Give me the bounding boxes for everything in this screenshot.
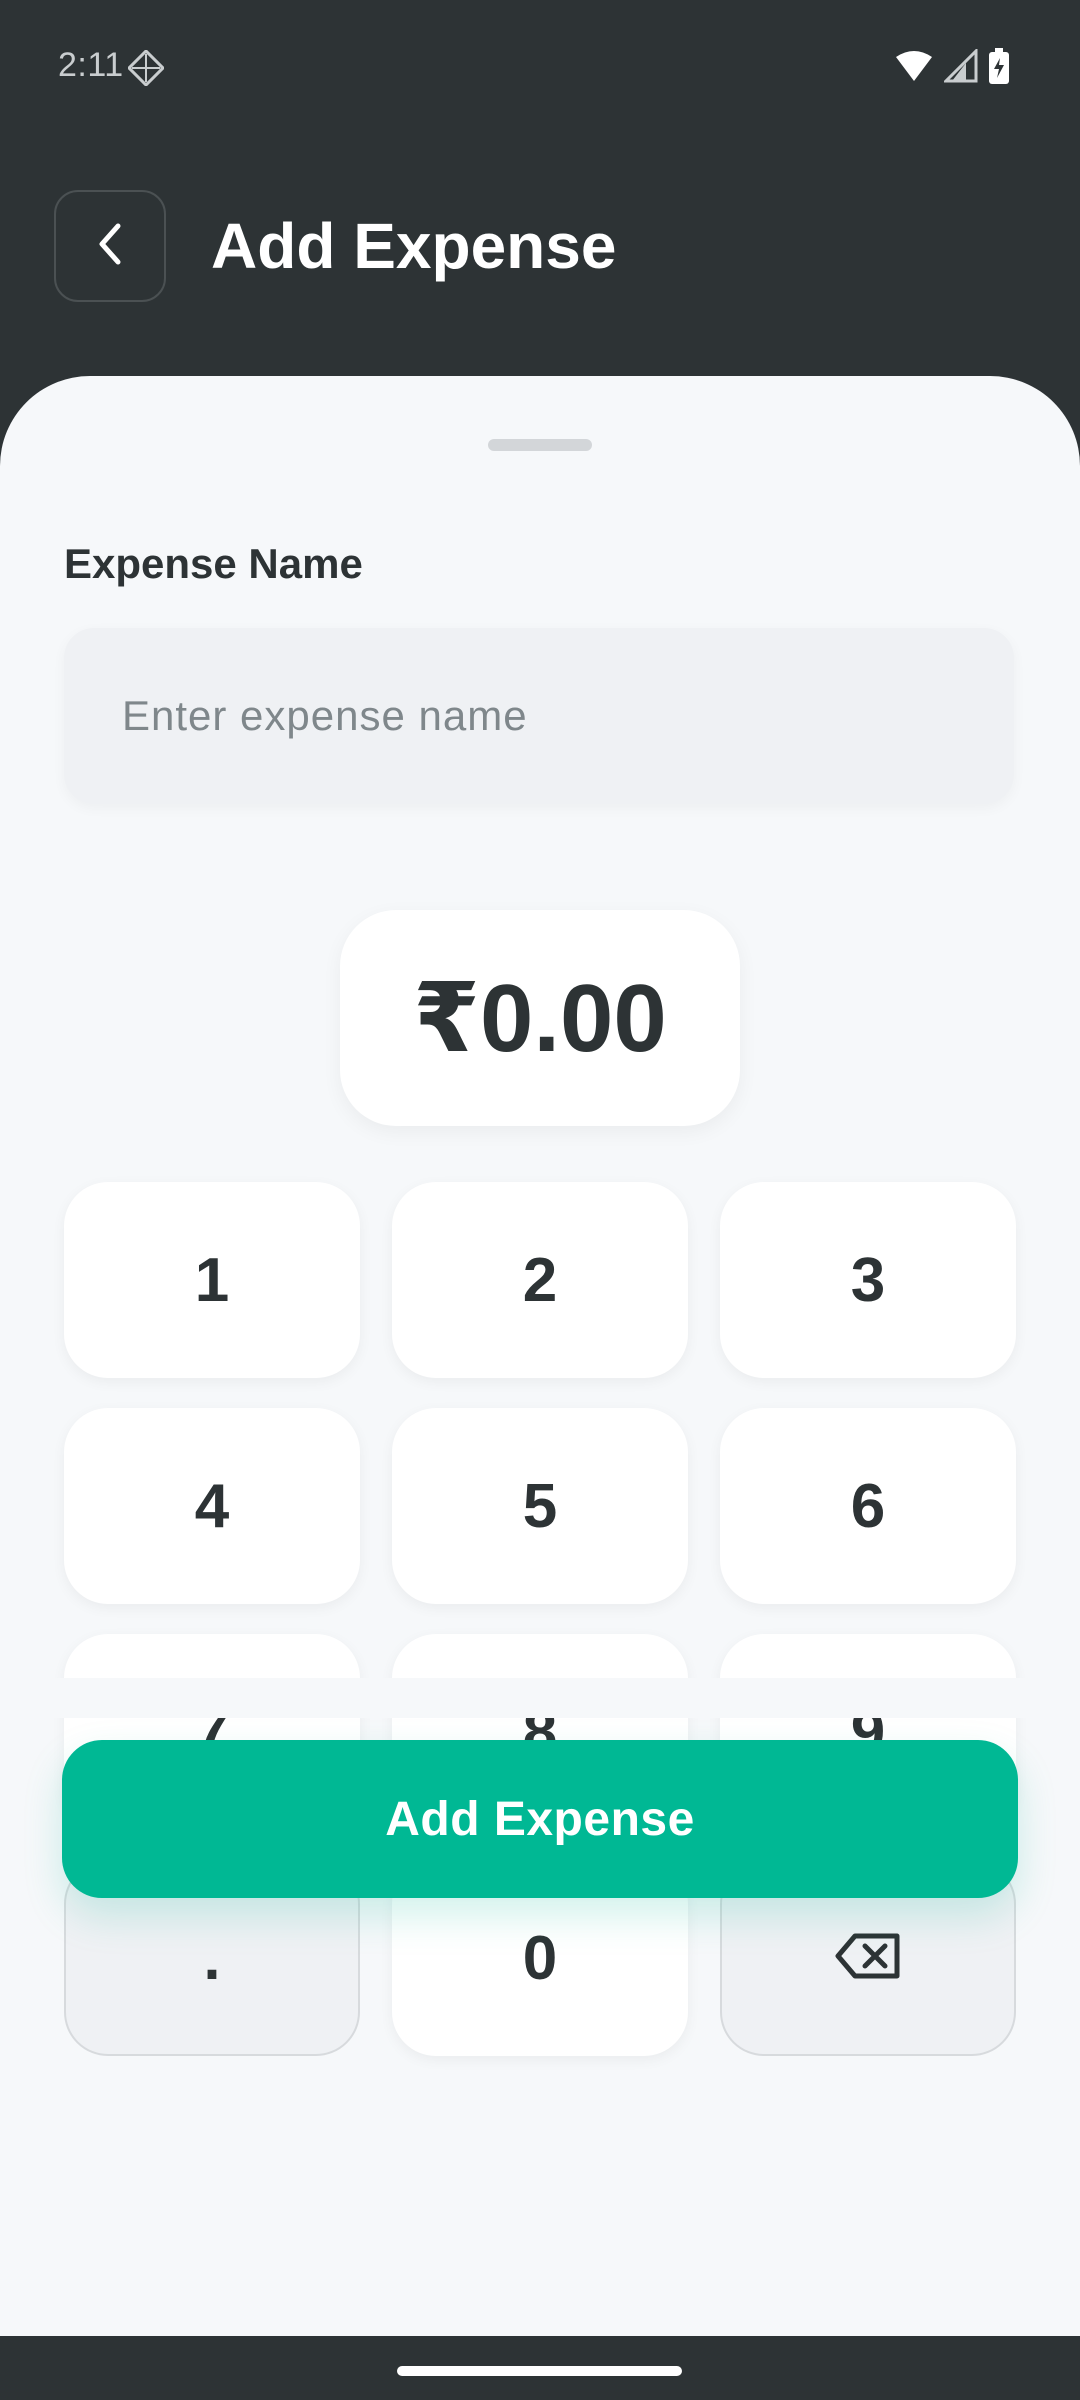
expense-name-input[interactable] (64, 628, 1014, 804)
key-3[interactable]: 3 (720, 1182, 1016, 1378)
drag-handle[interactable] (488, 439, 592, 451)
key-5[interactable]: 5 (392, 1408, 688, 1604)
app-notification-icon (126, 48, 166, 88)
numeric-keypad: 1 2 3 4 5 6 7 8 9 . 0 (64, 1182, 1016, 2056)
key-4[interactable]: 4 (64, 1408, 360, 1604)
status-icons (894, 47, 1010, 89)
battery-icon (988, 48, 1010, 89)
key-2[interactable]: 2 (392, 1182, 688, 1378)
wifi-icon (894, 49, 934, 88)
home-indicator[interactable] (397, 2366, 682, 2376)
bottom-sheet: Expense Name ₹0.00 1 2 3 4 5 6 7 8 9 . 0 (0, 376, 1080, 2336)
signal-icon (942, 47, 978, 88)
page-title: Add Expense (211, 210, 617, 282)
key-1[interactable]: 1 (64, 1182, 360, 1378)
keypad-scroll-edge (0, 1678, 1080, 1718)
status-bar: 2:11 (0, 0, 1080, 136)
backspace-icon (835, 1923, 901, 1994)
amount-display: ₹0.00 (340, 910, 740, 1126)
chevron-left-icon (90, 220, 130, 273)
key-6[interactable]: 6 (720, 1408, 1016, 1604)
back-button[interactable] (54, 190, 166, 302)
status-time: 2:11 (58, 46, 124, 84)
add-expense-button[interactable]: Add Expense (62, 1740, 1018, 1898)
expense-name-label: Expense Name (64, 540, 363, 587)
